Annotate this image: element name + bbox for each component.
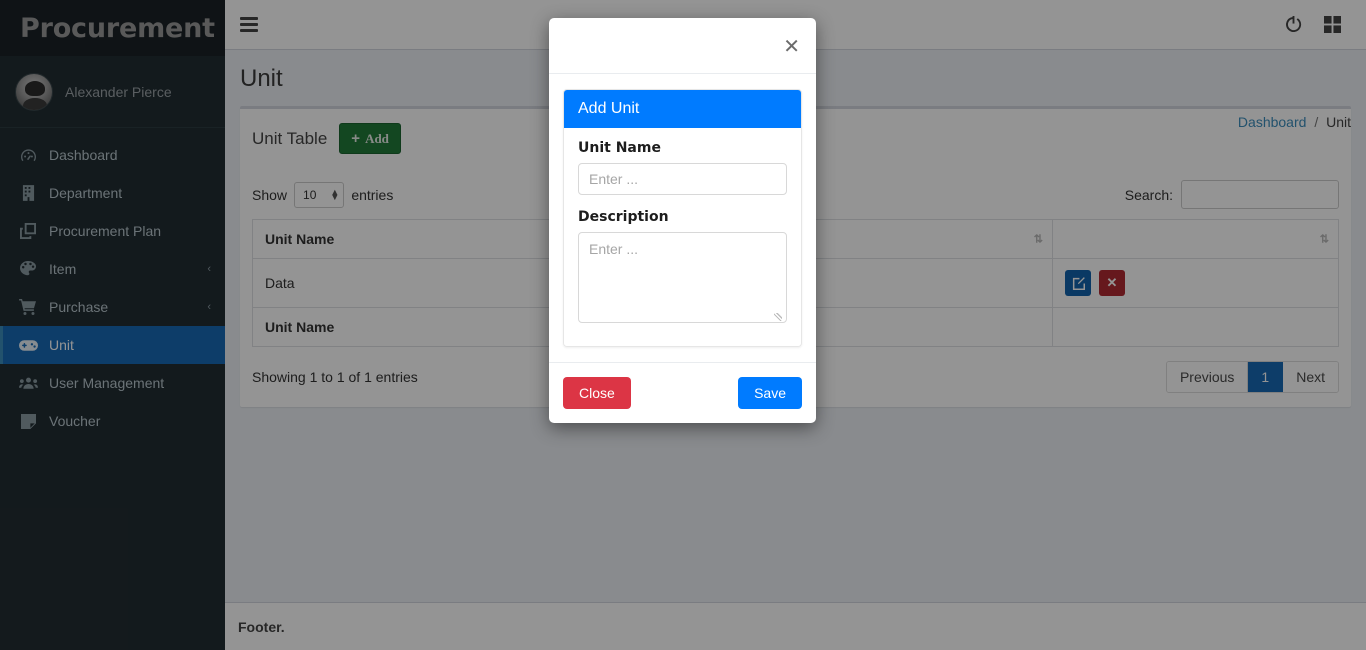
add-unit-modal: ✕ Add Unit Unit Name Description Close S… [549, 18, 816, 423]
description-textarea[interactable] [578, 232, 787, 323]
save-button[interactable]: Save [738, 377, 802, 409]
card-title: Add Unit [578, 100, 640, 117]
card-body: Unit Name Description [564, 128, 801, 346]
add-unit-card: Add Unit Unit Name Description [563, 89, 802, 347]
unit-name-input[interactable] [578, 163, 787, 195]
card-header: Add Unit [564, 90, 801, 128]
unit-name-label: Unit Name [578, 140, 661, 156]
close-button[interactable]: Close [563, 377, 631, 409]
close-icon[interactable]: ✕ [783, 36, 800, 56]
modal-header: ✕ [549, 18, 816, 74]
modal-footer: Close Save [549, 362, 816, 423]
description-wrapper [578, 232, 787, 326]
description-label: Description [578, 209, 669, 225]
field-spacer [578, 195, 787, 209]
resize-grip-icon[interactable] [774, 313, 782, 321]
modal-body: Add Unit Unit Name Description [549, 74, 816, 362]
